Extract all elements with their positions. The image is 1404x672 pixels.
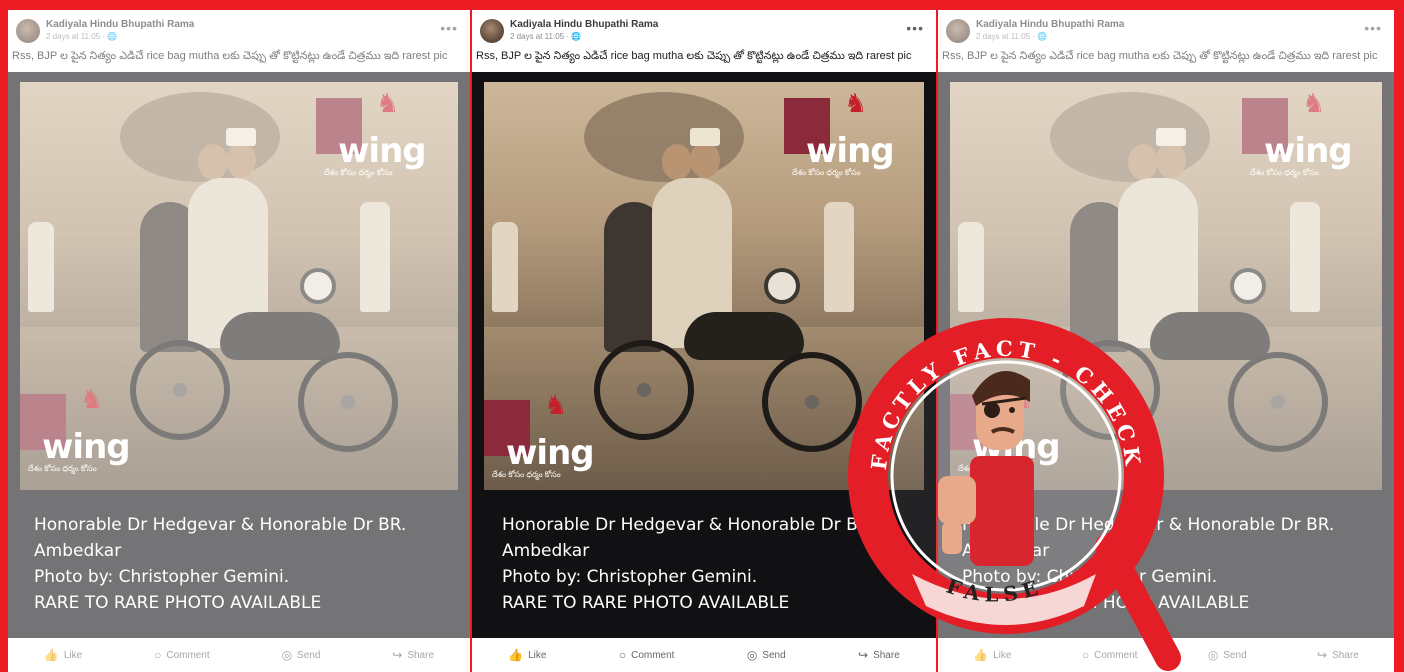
- horseman-icon: ♞: [376, 88, 400, 118]
- vintage-motorcycle-photo: ♞ wing దేశం కోసం ధర్మం కోసం ♞ wing దేశం …: [20, 82, 458, 490]
- send-button[interactable]: ◎ Send: [1208, 648, 1247, 662]
- speech-bubble-icon: ○: [154, 648, 162, 662]
- comment-button[interactable]: ○ Comment: [154, 648, 210, 662]
- facebook-post-left: Kadiyala Hindu Bhupathi Rama 2 days at 1…: [8, 10, 470, 672]
- horseman-icon: ♞: [844, 88, 868, 118]
- magnifier-stamp-graphic: FACTLY FACT - CHECK FALSE: [848, 318, 1181, 671]
- post-caption: Rss, BJP ల పైన నిత్యం ఎడిచే rice bag mut…: [942, 50, 1378, 62]
- fact-check-stamp: FACTLY FACT - CHECK FALSE: [846, 306, 1181, 671]
- thumbs-up-icon: 👍: [973, 648, 989, 662]
- post-header: Kadiyala Hindu Bhupathi Rama 2 days at 1…: [472, 10, 936, 50]
- image-overlay-text: Honorable Dr Hedgevar & Honorable Dr BR.…: [34, 515, 407, 613]
- rwing-logo-bottom: ♞ wing దేశం కోసం ధర్మం కోసం: [484, 390, 624, 490]
- author-name[interactable]: Kadiyala Hindu Bhupathi Rama: [976, 19, 1124, 30]
- more-options-icon[interactable]: •••: [1364, 20, 1382, 36]
- author-name[interactable]: Kadiyala Hindu Bhupathi Rama: [510, 19, 658, 30]
- horseman-icon: ♞: [1302, 88, 1326, 118]
- like-button[interactable]: 👍 Like: [973, 648, 1011, 662]
- avatar[interactable]: [16, 19, 40, 43]
- post-timestamp: 2 days at 11:05 · 🌐: [46, 32, 118, 41]
- horseman-icon: ♞: [80, 384, 104, 414]
- avatar[interactable]: [480, 19, 504, 43]
- author-name[interactable]: Kadiyala Hindu Bhupathi Rama: [46, 19, 194, 30]
- avatar[interactable]: [946, 19, 970, 43]
- comment-button[interactable]: ○ Comment: [1082, 648, 1138, 662]
- post-image[interactable]: ♞ wing దేశం కోసం ధర్మం కోసం ♞ wing దేశం …: [8, 72, 470, 638]
- thumbs-up-icon: 👍: [508, 648, 524, 662]
- post-caption: Rss, BJP ల పైన నిత్యం ఎడిచే rice bag mut…: [476, 50, 912, 62]
- post-timestamp: 2 days at 11:05 · 🌐: [510, 32, 582, 41]
- send-button[interactable]: ◎ Send: [282, 648, 321, 662]
- speech-bubble-icon: ○: [1081, 648, 1090, 662]
- post-header: Kadiyala Hindu Bhupathi Rama 2 days at 1…: [938, 10, 1394, 50]
- send-button[interactable]: ◎ Send: [747, 648, 786, 662]
- share-arrow-icon: ↪: [858, 648, 869, 662]
- messenger-icon: ◎: [1207, 648, 1219, 662]
- like-button[interactable]: 👍 Like: [44, 648, 82, 662]
- rwing-logo-top: ♞ wing దేశం కోసం ధర్మం కోసం: [316, 88, 456, 188]
- post-timestamp: 2 days at 11:05 · 🌐: [976, 32, 1048, 41]
- share-button[interactable]: ↪ Share: [858, 648, 900, 662]
- like-button[interactable]: 👍 Like: [508, 648, 546, 662]
- more-options-icon[interactable]: •••: [440, 20, 458, 36]
- rwing-logo-bottom: ♞ wing దేశం కోసం ధర్మం కోసం: [20, 384, 160, 484]
- share-arrow-icon: ↪: [1317, 648, 1328, 662]
- messenger-icon: ◎: [281, 648, 293, 662]
- post-action-bar: 👍 Like ○ Comment ◎ Send ↪ Share: [8, 638, 470, 672]
- post-action-bar: 👍 Like ○ Comment ◎ Send ↪ Share: [472, 638, 936, 672]
- rwing-logo-top: ♞ wing దేశం కోసం ధర్మం కోసం: [1242, 88, 1382, 188]
- horseman-icon: ♞: [544, 390, 568, 420]
- post-header: Kadiyala Hindu Bhupathi Rama 2 days at 1…: [8, 10, 470, 50]
- share-button[interactable]: ↪ Share: [392, 648, 434, 662]
- speech-bubble-icon: ○: [618, 648, 627, 662]
- more-options-icon[interactable]: •••: [906, 20, 924, 36]
- comment-button[interactable]: ○ Comment: [619, 648, 675, 662]
- thumbs-up-icon: 👍: [43, 648, 59, 662]
- share-button[interactable]: ↪ Share: [1317, 648, 1359, 662]
- rwing-logo-top: ♞ wing దేశం కోసం ధర్మం కోసం: [784, 88, 924, 188]
- post-caption: Rss, BJP ల పైన నిత్యం ఎడిచే rice bag mut…: [12, 50, 448, 62]
- share-arrow-icon: ↪: [392, 648, 403, 662]
- messenger-icon: ◎: [746, 648, 758, 662]
